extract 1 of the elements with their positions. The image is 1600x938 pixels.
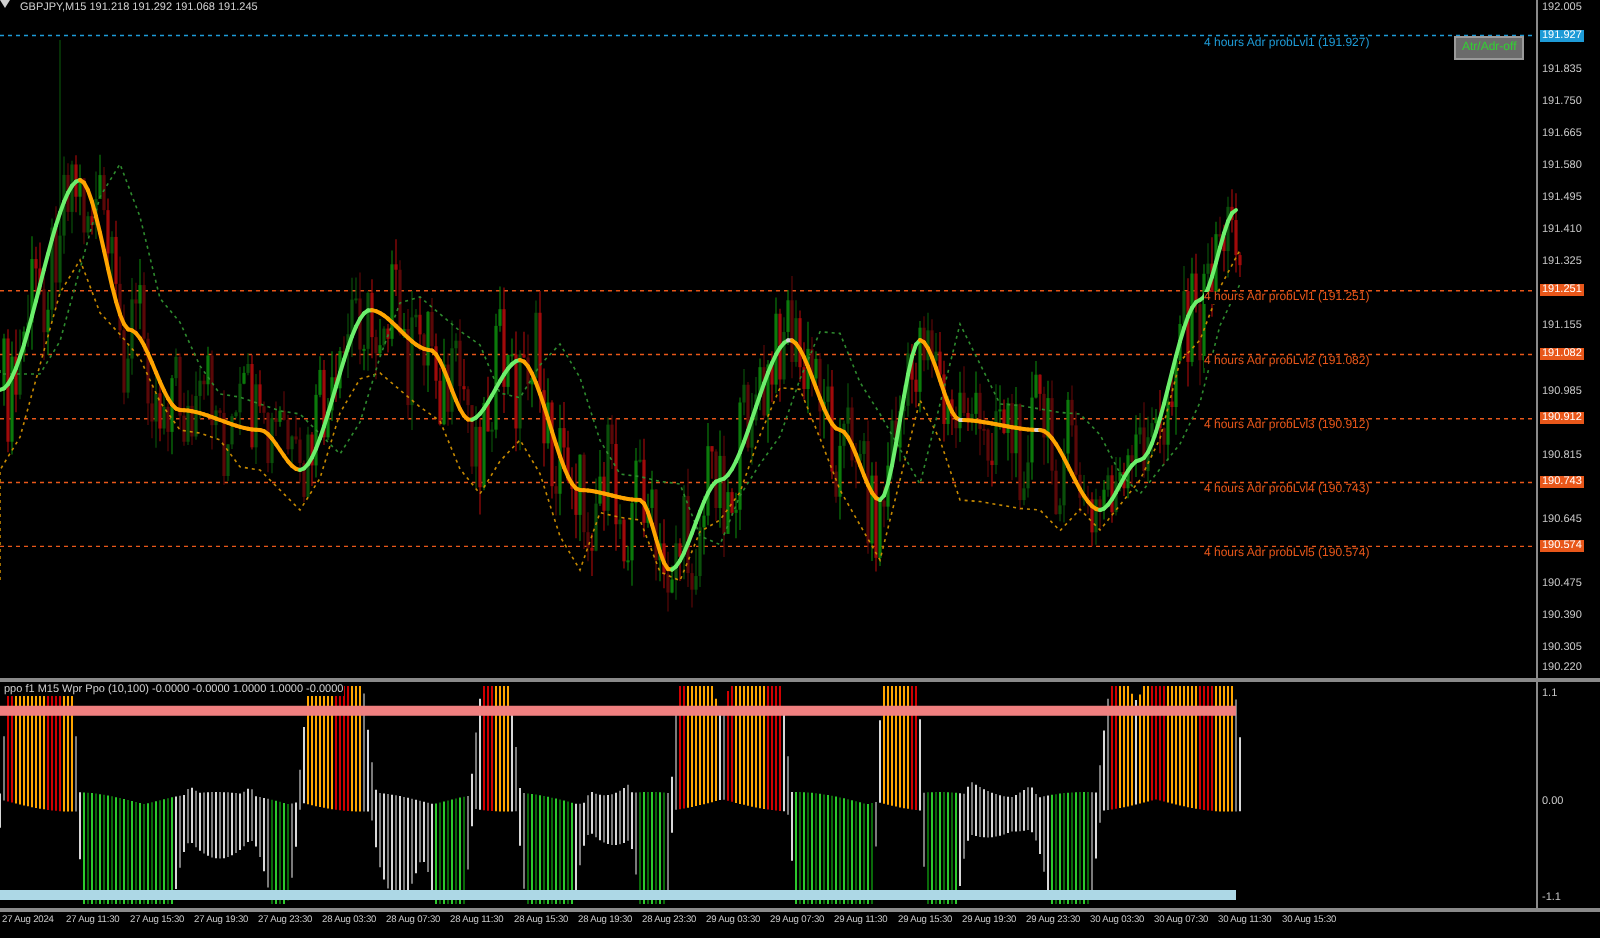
dropdown-triangle-icon[interactable]	[0, 0, 10, 8]
